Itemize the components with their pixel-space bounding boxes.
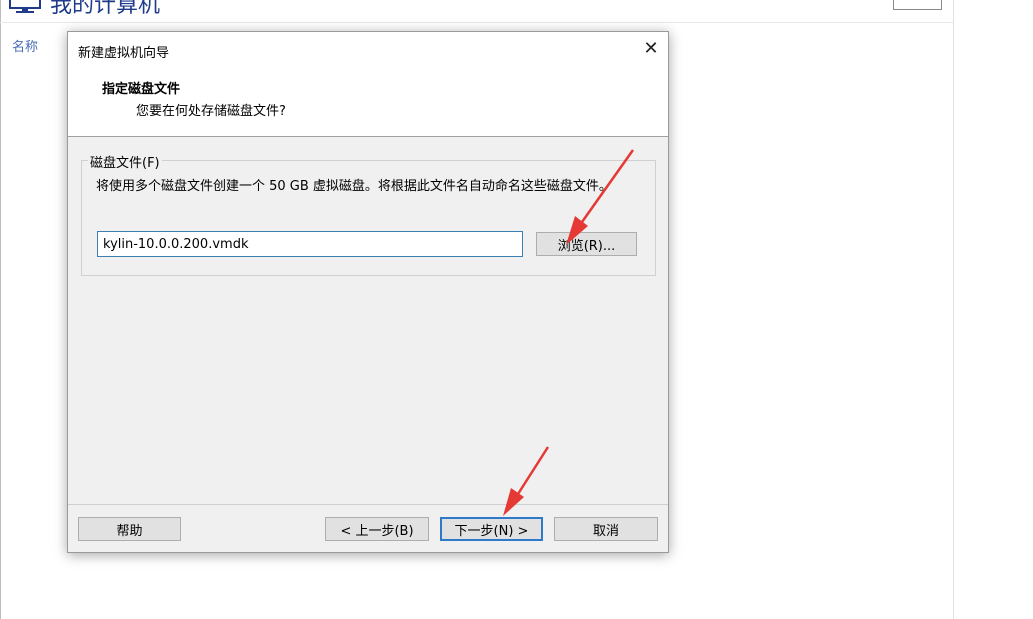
page-heading: 指定磁盘文件 xyxy=(102,82,181,97)
close-icon[interactable]: ✕ xyxy=(640,38,662,60)
help-button[interactable]: 帮助 xyxy=(78,517,181,541)
disk-file-input[interactable] xyxy=(97,231,523,257)
disk-file-group-label: 磁盘文件(F) xyxy=(88,152,162,171)
browse-button[interactable]: 浏览(R)... xyxy=(536,232,637,256)
background-title-text: 我的计算机 xyxy=(50,0,161,18)
page-subtitle: 您要在何处存储磁盘文件? xyxy=(136,104,286,119)
disk-file-description: 将使用多个磁盘文件创建一个 50 GB 虚拟磁盘。将根据此文件名自动命名这些磁盘… xyxy=(96,179,612,194)
computer-icon xyxy=(9,0,41,13)
back-button[interactable]: < 上一步(B) xyxy=(325,517,429,541)
new-vm-wizard-dialog: 新建虚拟机向导 ✕ 指定磁盘文件 您要在何处存储磁盘文件? 磁盘文件(F) 将使… xyxy=(67,31,669,553)
column-header-name[interactable]: 名称 xyxy=(12,36,38,55)
background-panel-edge xyxy=(953,0,954,619)
background-title: 我的计算机 xyxy=(8,0,160,20)
background-divider xyxy=(0,22,953,23)
dialog-title: 新建虚拟机向导 xyxy=(78,46,170,61)
window-left-edge xyxy=(0,0,1,619)
cancel-button[interactable]: 取消 xyxy=(554,517,658,541)
next-button[interactable]: 下一步(N) > xyxy=(440,517,543,541)
background-toolbar-button[interactable] xyxy=(893,0,942,10)
footer-divider xyxy=(68,504,668,505)
dialog-header: 新建虚拟机向导 ✕ 指定磁盘文件 您要在何处存储磁盘文件? xyxy=(68,32,668,137)
